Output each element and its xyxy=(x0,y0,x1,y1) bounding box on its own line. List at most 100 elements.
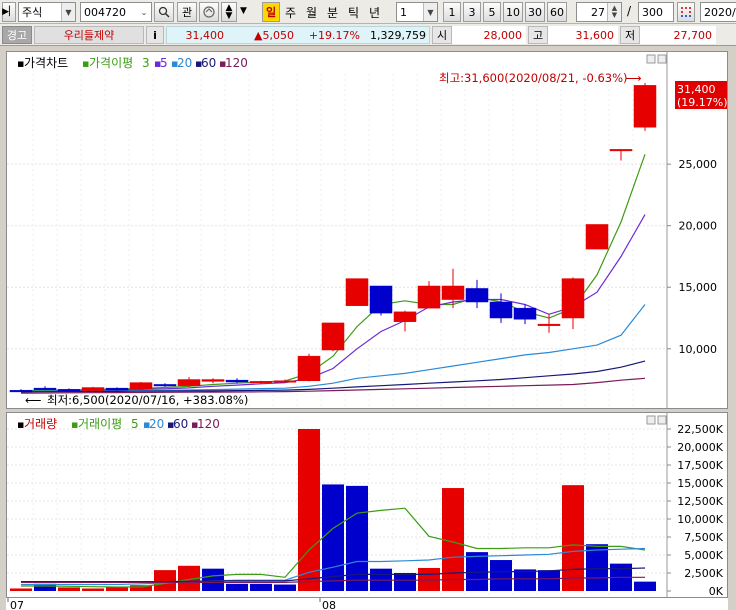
high-label: 고 xyxy=(528,26,548,44)
period-button-week[interactable]: 주 xyxy=(285,4,296,21)
stepper-buttons[interactable]: ▲ ▼ xyxy=(221,2,237,22)
price-legend-ma60: 60 xyxy=(201,56,216,70)
chevron-down-icon[interactable]: ▼ xyxy=(423,3,437,21)
pane-close-icon[interactable] xyxy=(657,54,667,64)
arrow-down-icon[interactable]: ▼ xyxy=(226,12,233,21)
grid-toggle-button[interactable] xyxy=(677,2,695,22)
interval-button-10[interactable]: 10 xyxy=(503,2,523,22)
count-input[interactable]: 27 ▲ ▼ xyxy=(576,2,622,22)
candle-body xyxy=(369,285,393,314)
price-y-tick-label: 10,000 xyxy=(679,343,718,356)
interval-select[interactable]: 1 ▼ xyxy=(396,2,438,22)
period-button-day[interactable]: 일 xyxy=(262,2,280,22)
candle-body xyxy=(273,380,297,383)
stock-code-input[interactable]: 004720 ⌄ xyxy=(80,2,152,22)
volume-legend-chart: 거래량 xyxy=(24,417,57,431)
market-select[interactable]: 주식 ▼ xyxy=(18,2,76,22)
volume-y-tick-label: 5,000K xyxy=(684,549,723,562)
period-button-year[interactable]: 년 xyxy=(369,4,380,21)
price-ma-60-line xyxy=(20,360,646,393)
period-button-month[interactable]: 월 xyxy=(306,4,317,21)
current-price: 31,400 xyxy=(185,28,225,42)
price-chart-pane: 10,000 15,000 20,000 25,000 ▪ 가격차트 ▪ 가격이평 3… xyxy=(6,51,728,409)
candle-body xyxy=(249,381,273,384)
volume-chart: 0K 2,500K 5,000K 7,500K 10,000K 12,500K 15,000… xyxy=(7,413,724,598)
chevron-down-icon[interactable]: ▼ xyxy=(61,3,75,21)
interval-button-30[interactable]: 30 xyxy=(525,2,545,22)
pane-window-controls xyxy=(646,54,667,64)
candle-body xyxy=(609,149,633,152)
count-separator: / xyxy=(627,4,632,18)
pane-close-icon[interactable] xyxy=(657,415,667,425)
high-price: 31,600 xyxy=(548,26,618,44)
candle-body xyxy=(177,379,201,386)
high-arrow-icon: ⟶ xyxy=(625,71,642,85)
search-button[interactable] xyxy=(154,2,174,22)
stock-name: 우리들제약 xyxy=(34,26,144,44)
price-y-tick-label: 25,000 xyxy=(679,158,718,171)
magnifier-icon xyxy=(158,6,170,18)
volume-y-tick-label: 12,500K xyxy=(677,495,723,508)
volume-bar xyxy=(586,544,608,591)
candle-body xyxy=(57,389,81,392)
volume-y-tick-label: 20,000K xyxy=(677,441,723,454)
chevron-down-icon[interactable]: ▼ xyxy=(240,6,247,16)
low-price: 27,700 xyxy=(640,26,716,44)
info-button[interactable]: i xyxy=(146,26,164,44)
volume-bar xyxy=(562,485,584,591)
candle-body xyxy=(585,224,609,250)
stock-chart-window: ▶▏ 주식 ▼ 004720 ⌄ 관 ▲ ▼ ▼ 일 주 월 분 틱 년 1 ▼ … xyxy=(0,0,736,610)
interval-button-1[interactable]: 1 xyxy=(443,2,461,22)
interval-button-3[interactable]: 3 xyxy=(463,2,481,22)
price-gridlines xyxy=(7,74,667,408)
pane-minimize-icon[interactable] xyxy=(646,415,656,425)
period-button-tick[interactable]: 틱 xyxy=(348,4,359,21)
price-y-tick-label: 15,000 xyxy=(679,281,718,294)
volume-bar xyxy=(298,429,320,591)
candle-body xyxy=(201,379,225,382)
candle-body xyxy=(441,285,465,300)
volume-y-tick-label: 10,000K xyxy=(677,513,723,526)
volume-bar xyxy=(10,588,32,591)
x-axis-svg: 07 08 xyxy=(7,598,336,610)
sync-icon xyxy=(203,6,215,18)
interval-button-5[interactable]: 5 xyxy=(483,2,501,22)
sync-button[interactable] xyxy=(199,2,219,22)
volume-bar xyxy=(154,570,176,591)
candle-body xyxy=(153,384,177,387)
date-input[interactable]: 2020/ xyxy=(700,2,736,22)
volume-bar xyxy=(58,587,80,591)
price-legend-ma120: 120 xyxy=(225,56,248,70)
watch-button[interactable]: 관 xyxy=(177,2,197,22)
volume-y-tick-label: 15,000K xyxy=(677,477,723,490)
volume-y-tick-label: 2,500K xyxy=(684,567,723,580)
panel-toggle-icon[interactable]: ▶▏ xyxy=(2,2,16,22)
chevron-down-icon[interactable]: ⌄ xyxy=(137,3,151,21)
volume-bar xyxy=(538,570,560,591)
last-price-label: 31,400 xyxy=(677,83,716,96)
candle-body xyxy=(537,323,561,326)
candle-body xyxy=(81,387,105,391)
candle-body xyxy=(33,387,57,390)
price-legend-chart: 가격차트 xyxy=(24,56,68,70)
low-annotation-arrow: ⟵ xyxy=(25,393,42,407)
volume-legend-ma60: 60 xyxy=(173,417,188,431)
price-moving-averages xyxy=(20,154,646,394)
volume-bar xyxy=(442,488,464,591)
candle-body xyxy=(129,382,153,390)
count-total-input[interactable]: 300 xyxy=(638,2,674,22)
price-ma-5-line xyxy=(20,214,646,393)
interval-button-60[interactable]: 60 xyxy=(547,2,567,22)
volume-y-axis: 0K 2,500K 5,000K 7,500K 10,000K 12,500K 15,000… xyxy=(667,423,724,598)
count-stepper[interactable]: ▲ ▼ xyxy=(607,3,621,21)
price-chart: 10,000 15,000 20,000 25,000 ▪ 가격차트 ▪ 가격이평 3… xyxy=(7,52,728,408)
trade-volume: 1,329,759 xyxy=(370,28,426,42)
candle-body xyxy=(417,285,441,309)
candle-body xyxy=(345,278,369,306)
volume-bar xyxy=(106,587,128,591)
pane-minimize-icon[interactable] xyxy=(646,54,656,64)
x-axis: 07 08 xyxy=(6,598,728,610)
period-button-minute[interactable]: 분 xyxy=(327,4,338,21)
price-y-tick-label: 20,000 xyxy=(679,220,718,233)
open-price: 28,000 xyxy=(452,26,526,44)
